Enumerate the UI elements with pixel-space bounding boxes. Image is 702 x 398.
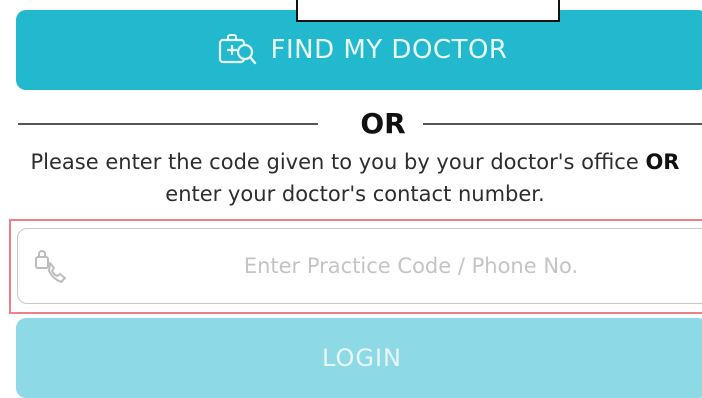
or-divider: OR	[18, 104, 702, 144]
divider-line-left	[18, 123, 318, 125]
find-my-doctor-label: FIND MY DOCTOR	[270, 35, 508, 65]
or-label: OR	[360, 107, 406, 140]
doctor-bag-search-icon	[218, 34, 256, 65]
login-button[interactable]: LOGIN	[16, 318, 702, 398]
login-label: LOGIN	[321, 344, 403, 372]
practice-code-field[interactable]	[17, 228, 702, 304]
find-my-doctor-button[interactable]: FIND MY DOCTOR	[16, 10, 702, 90]
top-placeholder-box	[296, 0, 560, 22]
instructions-part-2: enter your doctor's contact number.	[165, 182, 545, 206]
lock-phone-icon	[35, 250, 66, 283]
practice-code-input[interactable]	[88, 229, 698, 303]
instructions-text: Please enter the code given to you by yo…	[10, 146, 700, 210]
instructions-emphasis: OR	[645, 150, 680, 174]
instructions-part-1: Please enter the code given to you by yo…	[30, 150, 646, 174]
divider-line-right	[423, 123, 702, 125]
